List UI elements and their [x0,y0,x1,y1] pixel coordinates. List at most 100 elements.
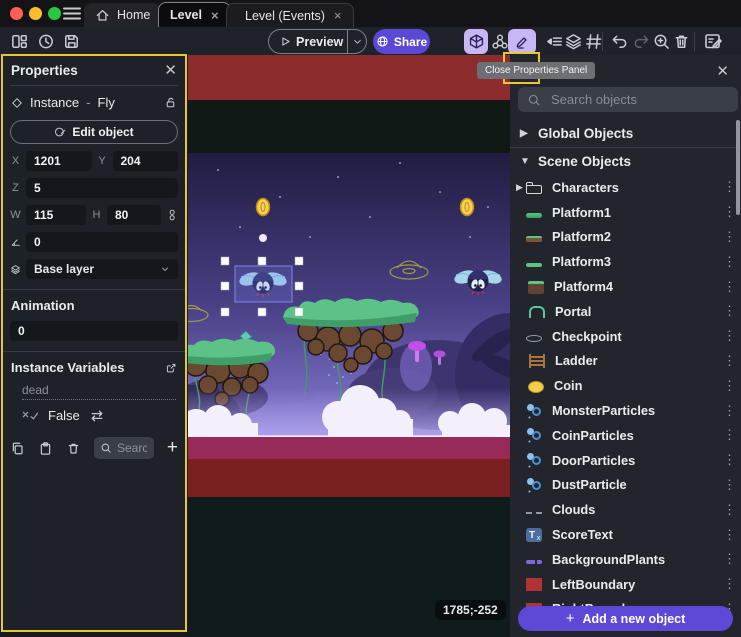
row-menu-icon[interactable]: ⋮ [723,254,733,270]
row-menu-icon[interactable]: ⋮ [723,179,733,195]
row-menu-icon[interactable]: ⋮ [723,576,733,592]
menu-icon[interactable] [62,5,82,22]
undo-icon[interactable] [608,30,630,52]
toolbar-separator [694,32,695,51]
preview-dropdown[interactable] [347,30,367,53]
copy-icon[interactable] [10,441,25,456]
angle-input[interactable] [26,232,178,252]
save-icon[interactable] [60,30,82,52]
tab-close-icon[interactable]: × [211,8,219,23]
group-global-objects[interactable]: ▶ Global Objects [510,120,741,148]
objects-scrollbar[interactable] [736,120,740,215]
close-properties-icon[interactable]: ✕ [164,63,177,78]
edit-object-button[interactable]: Edit object [10,120,178,144]
edit-events-icon[interactable] [702,30,724,52]
expanded-arrow-icon: ▼ [520,156,529,167]
layers-icon[interactable] [562,30,584,52]
row-menu-icon[interactable]: ⋮ [723,353,733,369]
link-ratio-icon[interactable] [166,208,178,222]
instance-kind: Instance [30,95,79,110]
row-menu-icon[interactable]: ⋮ [723,403,733,419]
row-menu-icon[interactable]: ⋮ [723,427,733,443]
row-menu-icon[interactable]: ⋮ [723,229,733,245]
object-thumbnail-icon [526,578,542,591]
zoom-window-button[interactable] [48,7,61,20]
edit-object-label: Edit object [72,125,133,139]
object-list-item[interactable]: ▶ Platform1 ⋮ [510,200,741,225]
row-menu-icon[interactable]: ⋮ [723,452,733,468]
tab-level[interactable]: Level × [158,2,231,27]
animation-input[interactable] [10,321,178,341]
row-menu-icon[interactable]: ⋮ [723,204,733,220]
variables-search-input[interactable] [115,440,149,456]
row-menu-icon[interactable]: ⋮ [723,328,733,344]
layer-select[interactable]: Base layer [26,259,178,279]
paste-icon[interactable] [38,441,53,456]
object-list-item[interactable]: ▶ MonsterParticles ⋮ [510,398,741,423]
object-list-item[interactable]: ▶ Characters ⋮ [510,175,741,200]
3d-view-icon[interactable] [464,29,488,54]
add-variable-button[interactable]: + [167,437,178,459]
zoom-in-icon[interactable] [650,30,672,52]
object-list-item[interactable]: ▶ Platform2 ⋮ [510,225,741,250]
z-input[interactable] [26,178,178,198]
trash-icon[interactable] [66,441,81,456]
row-menu-icon[interactable]: ⋮ [723,279,733,295]
close-objects-icon[interactable]: ✕ [716,64,729,79]
object-list-item[interactable]: ▶ ScoreText ⋮ [510,522,741,547]
object-list-item[interactable]: ▶ DustParticle ⋮ [510,473,741,498]
preview-button[interactable]: Preview [268,29,367,54]
variable-value[interactable]: False [48,408,80,423]
object-list-item[interactable]: ▶ Portal ⋮ [510,299,741,324]
redo-icon[interactable] [630,30,652,52]
row-menu-icon[interactable]: ⋮ [723,502,733,518]
object-list-item[interactable]: ▶ BackgroundPlants ⋮ [510,547,741,572]
tab-level-events[interactable]: Level (Events) × [226,3,354,27]
external-link-icon[interactable] [165,362,177,374]
object-thumbnail-icon [526,335,542,342]
expand-arrow-icon[interactable]: ▶ [516,182,526,193]
objects-search-box[interactable] [518,87,738,112]
tab-close-icon[interactable]: × [334,8,342,23]
variable-name[interactable]: dead [22,383,178,397]
add-new-object-label: Add a new object [582,612,685,626]
cursor-coordinates-badge: 1785;-252 [435,600,506,620]
row-menu-icon[interactable]: ⋮ [723,378,733,394]
object-list-item[interactable]: ▶ Ladder ⋮ [510,349,741,374]
object-thumbnail-icon [526,263,542,267]
object-list-item[interactable]: ▶ CoinParticles ⋮ [510,423,741,448]
row-menu-icon[interactable]: ⋮ [723,527,733,543]
row-menu-icon[interactable]: ⋮ [723,551,733,567]
swap-value-icon[interactable] [89,410,105,422]
panels-layout-icon[interactable] [8,30,30,52]
object-list-item[interactable]: ▶ LeftBoundary ⋮ [510,572,741,597]
add-new-object-button[interactable]: + Add a new object [518,606,733,631]
object-list-item[interactable]: ▶ Platform4 ⋮ [510,274,741,299]
object-list-item[interactable]: ▶ Platform3 ⋮ [510,249,741,274]
unlock-icon[interactable] [164,96,177,109]
object-list-item[interactable]: ▶ Coin ⋮ [510,373,741,398]
x-input[interactable] [26,151,92,171]
w-label: W [10,209,21,221]
trash-icon[interactable] [670,30,692,52]
scene-canvas[interactable]: 1785;-252 [188,55,510,637]
y-input[interactable] [113,151,179,171]
minimize-window-button[interactable] [29,7,42,20]
history-icon[interactable] [34,30,56,52]
boolean-type-icon [22,411,39,421]
group-scene-objects[interactable]: ▼ Scene Objects [510,148,741,175]
share-button[interactable]: Share [373,29,430,54]
objects-search-input[interactable] [549,91,729,108]
grid-icon[interactable] [582,30,604,52]
row-menu-icon[interactable]: ⋮ [723,303,733,319]
tab-home[interactable]: Home [84,3,161,27]
close-window-button[interactable] [10,7,23,20]
variables-search-box[interactable] [94,437,154,459]
properties-pen-icon[interactable] [508,29,536,54]
object-list-item[interactable]: ▶ DoorParticles ⋮ [510,448,741,473]
object-list-item[interactable]: ▶ Clouds ⋮ [510,497,741,522]
object-list-item[interactable]: ▶ Checkpoint ⋮ [510,324,741,349]
width-input[interactable] [26,205,86,225]
row-menu-icon[interactable]: ⋮ [723,477,733,493]
height-input[interactable] [107,205,161,225]
